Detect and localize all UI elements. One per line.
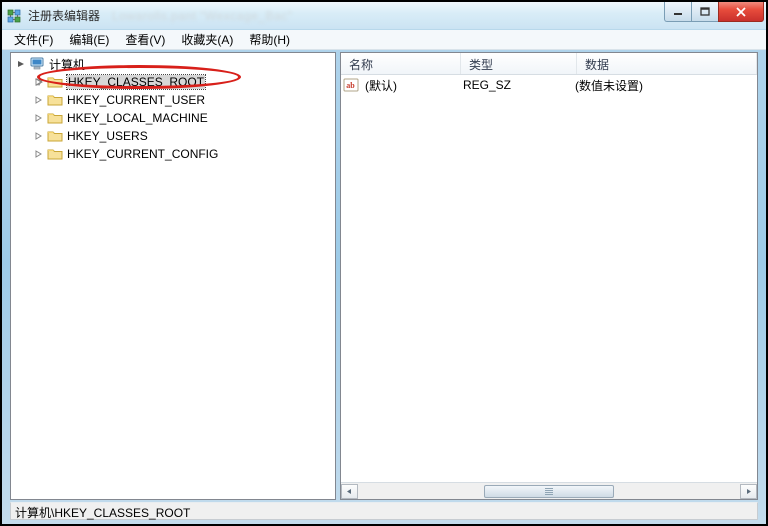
scroll-right-button[interactable] — [740, 484, 757, 499]
menu-file[interactable]: 文件(F) — [6, 29, 61, 50]
string-value-icon: ab — [343, 77, 359, 93]
folder-icon — [47, 92, 63, 108]
status-path: 计算机\HKEY_CLASSES_ROOT — [15, 506, 190, 520]
window-controls — [665, 2, 764, 22]
tree-label-hklm: HKEY_LOCAL_MACHINE — [67, 111, 208, 125]
tree-node-hkcu[interactable]: HKEY_CURRENT_USER — [11, 91, 335, 109]
column-header-data[interactable]: 数据 — [577, 53, 757, 74]
tree-label-hku: HKEY_USERS — [67, 129, 148, 143]
app-icon — [6, 8, 22, 24]
scroll-track[interactable] — [358, 484, 740, 499]
tree-label-computer: 计算机 — [49, 56, 85, 73]
menu-view[interactable]: 查看(V) — [117, 29, 173, 50]
list-body: ab (默认) REG_SZ (数值未设置) — [341, 75, 757, 482]
svg-text:ab: ab — [346, 81, 355, 90]
status-bar: 计算机\HKEY_CLASSES_ROOT — [10, 502, 758, 520]
tree-node-hklm[interactable]: HKEY_LOCAL_MACHINE — [11, 109, 335, 127]
list-row[interactable]: ab (默认) REG_SZ (数值未设置) — [341, 75, 757, 93]
minimize-button[interactable] — [664, 2, 692, 22]
maximize-button[interactable] — [691, 2, 719, 22]
folder-icon — [47, 74, 63, 90]
folder-icon — [47, 128, 63, 144]
menu-fav[interactable]: 收藏夹(A) — [173, 29, 241, 50]
cell-name: (默认) — [359, 77, 457, 94]
folder-icon — [47, 110, 63, 126]
scroll-thumb[interactable] — [484, 485, 614, 498]
window-title: 注册表编辑器 — [28, 7, 100, 24]
expander-icon[interactable] — [31, 74, 47, 90]
tree-node-computer[interactable]: 计算机 — [11, 55, 335, 73]
list-header: 名称 类型 数据 — [341, 53, 757, 75]
tree-label-hkcc: HKEY_CURRENT_CONFIG — [67, 147, 218, 161]
title-bar: 注册表编辑器 Lowarolls.pant "Wexcage_Bac" — [2, 2, 766, 30]
expander-icon[interactable] — [31, 110, 47, 126]
scroll-left-button[interactable] — [341, 484, 358, 499]
column-header-type[interactable]: 类型 — [461, 53, 577, 74]
tree-node-hkcc[interactable]: HKEY_CURRENT_CONFIG — [11, 145, 335, 163]
horizontal-scrollbar[interactable] — [341, 482, 757, 499]
close-button[interactable] — [718, 2, 764, 22]
expander-icon[interactable] — [31, 92, 47, 108]
tree-node-hku[interactable]: HKEY_USERS — [11, 127, 335, 145]
column-header-name[interactable]: 名称 — [341, 53, 461, 74]
computer-icon — [29, 56, 45, 72]
cell-type: REG_SZ — [457, 78, 569, 92]
expander-icon[interactable] — [31, 128, 47, 144]
menu-bar: 文件(F) 编辑(E) 查看(V) 收藏夹(A) 帮助(H) — [2, 30, 766, 50]
cell-data: (数值未设置) — [569, 77, 649, 94]
folder-icon — [47, 146, 63, 162]
content-area: 计算机 HKEY_CLASSES_ROOT — [10, 52, 758, 500]
tree-label-hkcu: HKEY_CURRENT_USER — [67, 93, 205, 107]
tree-node-hkcr[interactable]: HKEY_CLASSES_ROOT — [11, 73, 335, 91]
expander-icon[interactable] — [31, 146, 47, 162]
window-title-extra: Lowarolls.pant "Wexcage_Bac" — [112, 9, 292, 23]
tree-label-hkcr: HKEY_CLASSES_ROOT — [67, 75, 205, 89]
menu-help[interactable]: 帮助(H) — [241, 29, 298, 50]
expander-icon[interactable] — [13, 56, 29, 72]
menu-edit[interactable]: 编辑(E) — [61, 29, 117, 50]
registry-tree-panel[interactable]: 计算机 HKEY_CLASSES_ROOT — [10, 52, 336, 500]
registry-tree: 计算机 HKEY_CLASSES_ROOT — [11, 53, 335, 165]
registry-values-panel[interactable]: 名称 类型 数据 ab (默认) REG_SZ (数值未设置) — [340, 52, 758, 500]
